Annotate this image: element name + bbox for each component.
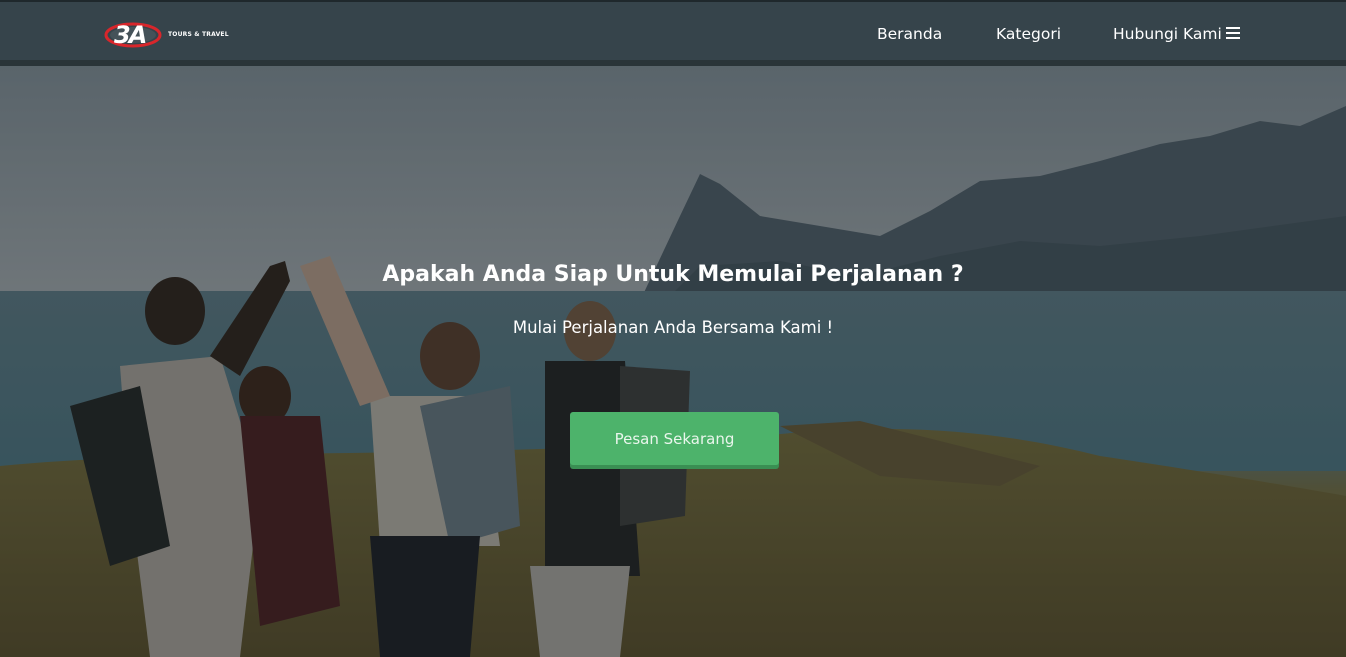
brand-tagline: TOURS & TRAVEL <box>168 31 229 38</box>
hamburger-menu-icon[interactable] <box>1226 27 1240 39</box>
hero-title: Apakah Anda Siap Untuk Memulai Perjalana… <box>382 262 964 287</box>
hero-section: Apakah Anda Siap Untuk Memulai Perjalana… <box>0 66 1346 657</box>
nav-link-hubungi-kami[interactable]: Hubungi Kami <box>1113 25 1222 43</box>
hero-subtitle: Mulai Perjalanan Anda Bersama Kami ! <box>512 318 834 337</box>
brand-logo[interactable]: 3A TOURS & TRAVEL <box>104 20 234 52</box>
top-navbar: 3A TOURS & TRAVEL Beranda Kategori Hubun… <box>0 0 1346 60</box>
nav-link-beranda[interactable]: Beranda <box>877 25 942 43</box>
nav-link-kategori[interactable]: Kategori <box>996 25 1061 43</box>
book-now-button[interactable]: Pesan Sekarang <box>570 412 779 465</box>
brand-logo-mark: 3A <box>114 21 147 49</box>
hero-dark-overlay <box>0 66 1346 657</box>
navbar-divider <box>0 60 1346 66</box>
